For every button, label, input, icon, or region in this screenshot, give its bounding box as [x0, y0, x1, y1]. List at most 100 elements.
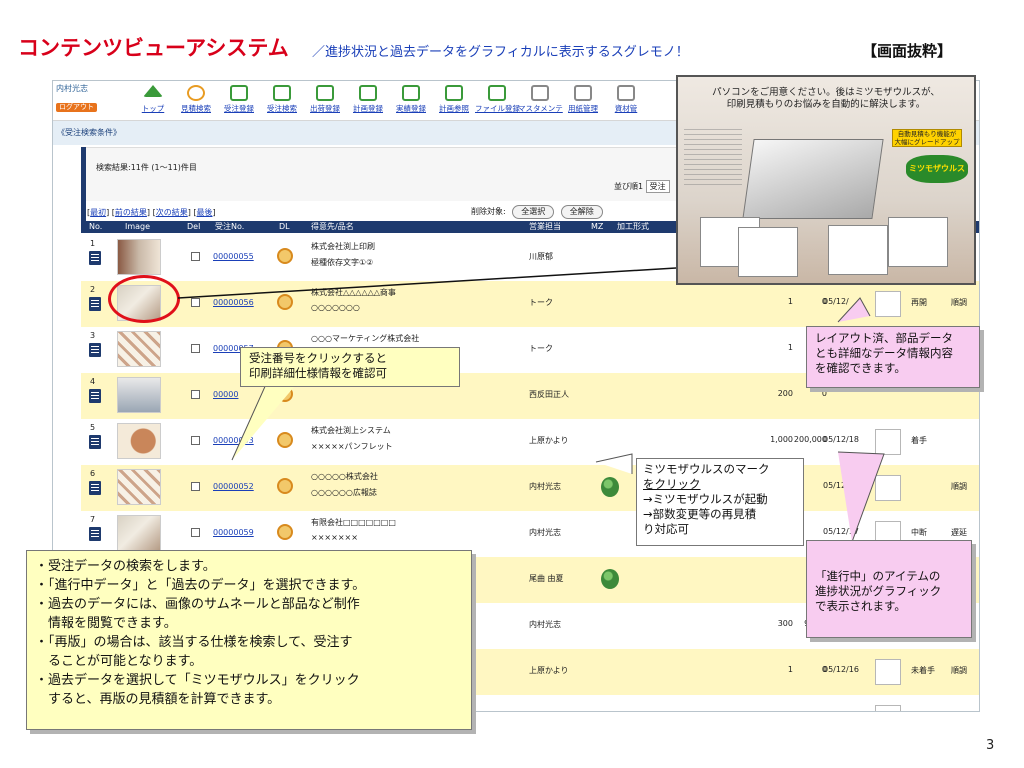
document-icon[interactable]	[89, 527, 101, 541]
delete-checkbox[interactable]	[191, 436, 200, 445]
thumbnail-image[interactable]	[117, 331, 161, 367]
document-icon[interactable]	[89, 481, 101, 495]
col-image: Image	[125, 222, 151, 231]
page-number: 3	[986, 738, 995, 753]
order-number-link[interactable]: 00000053	[213, 436, 254, 445]
delete-checkbox[interactable]	[191, 482, 200, 491]
toolbar-item-label: マスタメンテ	[518, 104, 563, 113]
amount: 0	[821, 297, 827, 306]
pager-first[interactable]: 最初	[90, 208, 106, 217]
order-number-link[interactable]: 00000059	[213, 528, 254, 537]
summary-line: ・過去データを選択して「ミツモザウルス」をクリック	[35, 673, 360, 688]
toolbar-item[interactable]: 受注検索	[260, 85, 304, 114]
mitsumozaurus-icon[interactable]	[601, 477, 619, 497]
progress-status-icon[interactable]	[875, 291, 901, 317]
callout-line: をクリック	[643, 477, 701, 491]
order-number-link[interactable]: 00000056	[213, 298, 254, 307]
toolbar-item[interactable]: 計画登録	[346, 85, 390, 114]
search-icon	[187, 85, 205, 101]
select-all-button[interactable]: 全選択	[512, 205, 555, 219]
client-name: 株式会社△△△△△△商事	[311, 288, 396, 297]
toolbar-item[interactable]: 出荷登録	[303, 85, 347, 114]
deselect-all-button[interactable]: 全解除	[560, 205, 603, 219]
sort-select[interactable]: 受注	[645, 180, 670, 193]
pager-next[interactable]: 次の結果	[156, 208, 188, 217]
callout-mitsumo: ミツモザウルスのマーク をクリック →ミツモザウルスが起動 →部数変更等の再見積…	[636, 458, 804, 546]
toolbar-item[interactable]: 実績登録	[389, 85, 433, 114]
delete-target-label: 削除対象:	[471, 207, 506, 216]
download-icon[interactable]	[277, 294, 293, 310]
sales-rep: 川原郁	[529, 252, 553, 261]
toolbar-item[interactable]: 受注登録	[217, 85, 261, 114]
mitsumozaurus-logo: ミツモザウルス	[906, 155, 968, 183]
progress-status-icon[interactable]	[875, 429, 901, 455]
download-icon[interactable]	[277, 432, 293, 448]
callout-line: を確認できます。	[815, 361, 906, 375]
delete-checkbox[interactable]	[191, 298, 200, 307]
amount: 0	[781, 711, 827, 712]
toolbar-item[interactable]: 用紙管理	[561, 85, 605, 114]
download-icon[interactable]	[277, 478, 293, 494]
pager-prev[interactable]: 前の結果	[115, 208, 147, 217]
client-name: ○○○○○株式会社	[311, 472, 378, 481]
work-stage: 中断	[911, 528, 927, 537]
toolbar-item-label: 計画参照	[439, 104, 469, 113]
toolbar-item-label: 受注検索	[267, 104, 297, 113]
logout-button[interactable]: ログアウト	[56, 103, 97, 112]
document-icon[interactable]	[89, 251, 101, 265]
toolbar-item[interactable]: 見積検索	[174, 85, 218, 114]
document-icon[interactable]	[89, 389, 101, 403]
toolbar-item-label: 実績登録	[396, 104, 426, 113]
work-stage: 着手	[911, 436, 927, 445]
toolbar-item-label: 資材管	[614, 104, 638, 113]
thumbnail-image[interactable]	[117, 515, 161, 551]
date: 05/12/16	[823, 665, 859, 674]
delete-checkbox[interactable]	[191, 390, 200, 399]
toolbar-item[interactable]: マスタメンテ	[518, 85, 563, 114]
callout-line: →ミツモザウルスが起動	[643, 492, 768, 506]
brochure-body-text	[684, 129, 742, 189]
brochure-badge-line: 大幅にグレードアップ	[894, 138, 960, 146]
toolbar-item[interactable]: 資材管	[604, 85, 648, 114]
toolbar-item[interactable]: 計画参照	[432, 85, 476, 114]
slide-subtitle: ／進捗状況と過去データをグラフィカルに表示するスグレモノ！	[312, 45, 689, 60]
date: 05/12/	[823, 297, 849, 306]
delete-checkbox[interactable]	[191, 528, 200, 537]
progress-status-icon[interactable]	[875, 659, 901, 685]
thumbnail-image[interactable]	[117, 377, 161, 413]
order-number-link[interactable]: 00000052	[213, 482, 254, 491]
delete-checkbox[interactable]	[191, 344, 200, 353]
toolbar-item[interactable]: ファイル登録	[475, 85, 520, 114]
client-name: 株式会社渕上システム	[311, 426, 391, 435]
slide-tag: 【画面抜粋】	[862, 42, 953, 60]
document-icon[interactable]	[89, 297, 101, 311]
progress-status-icon[interactable]	[875, 475, 901, 501]
toolbar-item[interactable]: トップ	[131, 85, 175, 114]
download-icon[interactable]	[277, 248, 293, 264]
col-dl: DL	[279, 222, 290, 231]
document-icon[interactable]	[89, 343, 101, 357]
row-number: 4	[90, 377, 96, 386]
plan-icon	[359, 85, 377, 101]
pager-last[interactable]: 最後	[197, 208, 213, 217]
download-icon[interactable]	[277, 386, 293, 402]
thumbnail-image[interactable]	[117, 239, 161, 275]
progress-status-icon[interactable]	[875, 705, 901, 711]
callout-line: 「進行中」のアイテムの	[815, 569, 941, 583]
callout-progress-info: 「進行中」のアイテムの 進捗状況がグラフィック で表示されます。	[806, 540, 972, 638]
delete-checkbox[interactable]	[191, 252, 200, 261]
user-box: 内村光志 ログアウト	[56, 84, 98, 113]
folder-icon	[488, 85, 506, 101]
thumbnail-image[interactable]	[117, 423, 161, 459]
sales-rep: 尾曲 由夏	[529, 574, 564, 583]
callout-line: り対応可	[643, 522, 689, 536]
document-icon[interactable]	[89, 435, 101, 449]
mitsumozaurus-icon[interactable]	[601, 569, 619, 589]
download-icon[interactable]	[277, 524, 293, 540]
delete-target: 削除対象: 全選択 全解除	[471, 205, 603, 219]
order-number-link[interactable]: 00000	[213, 390, 238, 399]
thumbnail-image[interactable]	[117, 469, 161, 505]
order-number-link[interactable]: 00000055	[213, 252, 254, 261]
truck-icon	[316, 85, 334, 101]
summary-line: ることが可能となります。	[35, 654, 203, 669]
